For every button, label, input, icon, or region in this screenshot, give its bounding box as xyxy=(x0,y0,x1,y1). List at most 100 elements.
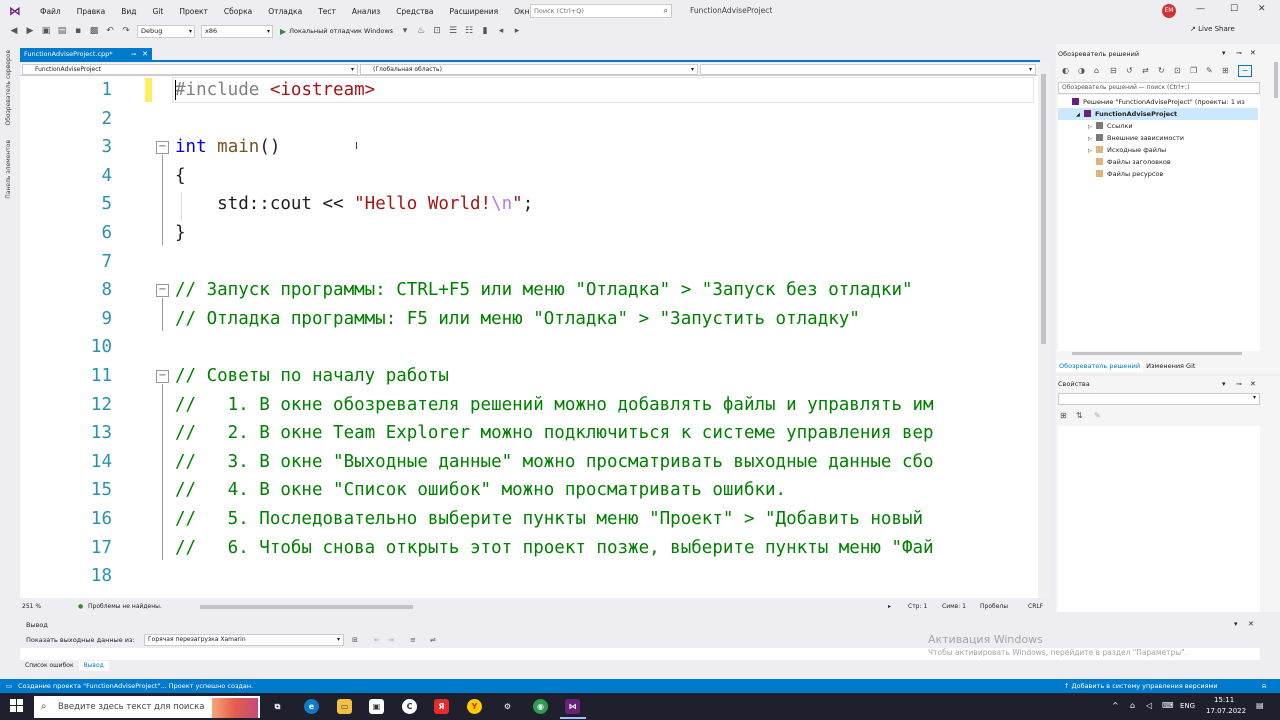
output-source-select[interactable]: Горячая перезагрузка Xamarin ▾ xyxy=(144,634,344,646)
zoom-level[interactable]: 251 % xyxy=(22,600,41,614)
code-editor[interactable]: 1 #include <iostream> 2 3− int main() 4{5 std… xyxy=(50,76,1038,598)
editor-vertical-scrollbar[interactable] xyxy=(1038,62,1050,598)
code-line[interactable]: 10 xyxy=(50,333,1038,361)
forward-icon[interactable]: ▶ xyxy=(24,25,36,37)
member-select[interactable]: ▾ xyxy=(700,64,1036,75)
configuration-select[interactable]: Debug ▾ xyxy=(137,24,195,38)
problems-indicator[interactable]: Проблемы не найдены. xyxy=(88,600,162,614)
code-line[interactable]: 4{ xyxy=(50,162,1038,190)
toolbox-tab[interactable]: Панель элементов xyxy=(5,140,12,199)
tree-item[interactable]: Решение "FunctionAdviseProject" (проекты… xyxy=(1058,96,1245,108)
find-message-icon[interactable]: ⊞ xyxy=(352,636,358,644)
code-line[interactable]: 1 #include <iostream> xyxy=(50,76,1038,104)
menu-item-6[interactable]: Отладка xyxy=(260,7,310,16)
search-input[interactable]: Поиск (Ctrl+Q) ⌕ xyxy=(530,4,672,18)
solution-horizontal-scrollbar[interactable] xyxy=(1062,350,1252,356)
code-line[interactable]: 17 // 6. Чтобы снова открыть этот проект … xyxy=(50,534,1038,562)
tree-item[interactable]: ◢ FunctionAdviseProject xyxy=(1058,108,1258,120)
code-line[interactable]: 8 −// Запуск программы: CTRL+F5 или меню … xyxy=(50,276,1038,304)
menu-item-8[interactable]: Анализ xyxy=(344,7,388,16)
tray-chevron-icon[interactable]: ^ xyxy=(1112,701,1119,710)
menu-item-7[interactable]: Тест xyxy=(310,7,344,16)
code-line[interactable]: 2 xyxy=(50,105,1038,133)
task-view-icon[interactable]: ⧉ xyxy=(270,699,285,714)
collapse-all-icon[interactable]: ⊡ xyxy=(1174,66,1181,75)
collapse-icon[interactable]: − xyxy=(156,141,169,155)
volume-icon[interactable]: ◁ xyxy=(1146,701,1152,710)
menu-item-5[interactable]: Сборка xyxy=(216,7,260,16)
maximize-icon[interactable]: ☐ xyxy=(1230,4,1238,14)
tree-item[interactable]: Файлы ресурсов xyxy=(1058,168,1163,180)
scroll-thumb[interactable] xyxy=(1072,352,1242,355)
notifications-icon[interactable]: ⍾ xyxy=(1262,679,1266,693)
close-tab-icon[interactable]: ✕ xyxy=(142,48,148,61)
wrench-icon[interactable]: ✎ xyxy=(1094,411,1101,420)
code-line[interactable]: 11 −// Советы по началу работы xyxy=(50,362,1038,390)
tab-output[interactable]: Вывод xyxy=(78,661,109,671)
yandex-icon[interactable]: Я xyxy=(434,699,449,714)
minus-icon[interactable]: − xyxy=(1238,65,1252,77)
collapse-icon[interactable]: − xyxy=(156,370,169,383)
run-debugger-button[interactable]: ▶ Локальный отладчик Windows xyxy=(280,27,393,36)
undo-icon[interactable]: ↶ xyxy=(104,25,116,37)
file-explorer-icon[interactable]: ▭ xyxy=(337,699,352,714)
bookmark-prev-icon[interactable]: ◂ xyxy=(495,25,507,37)
code-line[interactable]: 16 // 5. Последовательно выберите пункты … xyxy=(50,505,1038,533)
redo-icon[interactable]: ↷ xyxy=(120,25,132,37)
language-indicator[interactable]: ENG xyxy=(1180,702,1195,710)
server-explorer-tab[interactable]: Обозреватель серверов xyxy=(5,50,12,126)
openai-icon[interactable]: ⚙ xyxy=(500,699,515,714)
code-line[interactable]: 13 // 2. В окне Team Explorer можно подкл… xyxy=(50,419,1038,447)
close-panel-icon[interactable]: ✕ xyxy=(1248,620,1254,628)
fire-icon[interactable]: ♨ xyxy=(415,25,427,37)
pending-changes-icon[interactable]: ↺ xyxy=(1126,66,1133,75)
categorized-icon[interactable]: ⊞ xyxy=(1060,411,1067,420)
menu-item-2[interactable]: Вид xyxy=(113,7,144,16)
pin-icon[interactable]: ⊸ xyxy=(131,48,136,61)
visual-studio-taskbar-icon[interactable]: ⋈ xyxy=(565,699,580,714)
tab-error-list[interactable]: Список ошибок xyxy=(20,661,79,671)
code-line[interactable]: 18 xyxy=(50,562,1038,590)
panel-menu-icon[interactable]: ▾ xyxy=(1234,620,1238,628)
close-icon[interactable]: ✕ xyxy=(1258,4,1266,14)
run-dropdown-icon[interactable]: ▾ xyxy=(399,25,411,37)
refresh-icon[interactable]: ↻ xyxy=(1158,66,1165,75)
solution-search-input[interactable]: Обозреватель решений — поиск (Ctrl+;) xyxy=(1058,82,1260,94)
menu-item-4[interactable]: Проект xyxy=(171,7,216,16)
back-icon[interactable]: ◀ xyxy=(8,25,20,37)
code-line[interactable]: 9 // Отладка программы: F5 или меню "Отла… xyxy=(50,305,1038,333)
switch-views-icon[interactable]: ⊟ xyxy=(1110,66,1117,75)
avatar[interactable]: ЕМ xyxy=(1162,4,1176,18)
clear-all-icon[interactable]: ≡ xyxy=(410,636,416,644)
pin-icon[interactable]: ⊸ xyxy=(1236,380,1242,388)
new-project-icon[interactable]: ▣ xyxy=(40,25,52,37)
clock-date[interactable]: 17.07.2022 xyxy=(1206,707,1246,715)
line-ending-indicator[interactable]: CRLF xyxy=(1028,600,1043,614)
minimize-icon[interactable]: — xyxy=(1196,4,1205,14)
menu-item-9[interactable]: Средства xyxy=(388,7,441,16)
prev-message-icon[interactable]: ⇤ xyxy=(374,636,380,644)
collapse-icon[interactable]: − xyxy=(156,284,169,298)
next-message-icon[interactable]: ⇥ xyxy=(388,636,394,644)
performance-icon[interactable]: ⊡ xyxy=(431,25,443,37)
notification-center-icon[interactable]: ▤ xyxy=(1256,701,1264,710)
alphabetical-icon[interactable]: ⇅ xyxy=(1076,411,1083,420)
live-share-button[interactable]: ↗ Live Share xyxy=(1190,25,1235,33)
uncomment-icon[interactable]: ☷ xyxy=(463,25,475,37)
tree-item[interactable]: ▷ Внешние зависимости xyxy=(1058,132,1184,144)
panel-menu-icon[interactable]: ▾ xyxy=(1222,380,1226,388)
global-scope-select[interactable]: (Глобальная область) ▾ xyxy=(360,64,698,75)
scroll-right-icon[interactable]: ▸ xyxy=(888,600,891,614)
source-control-button[interactable]: ↑ Добавить в систему управления версиями xyxy=(1064,679,1218,693)
tab-function-advise-project-cpp[interactable]: FunctionAdviseProject.cpp* ⊸ ✕ xyxy=(20,48,152,61)
pin-icon[interactable]: ⊸ xyxy=(1236,49,1242,57)
edge-icon[interactable]: e xyxy=(304,699,319,714)
keyboard-icon[interactable]: ⌨ xyxy=(1162,701,1174,710)
tab-solution-explorer[interactable]: Обозреватель решений xyxy=(1056,360,1144,372)
right-edge-scroll-thumb[interactable] xyxy=(1274,62,1278,98)
close-panel-icon[interactable]: ✕ xyxy=(1250,380,1256,388)
preview-icon[interactable]: ⊞ xyxy=(1222,66,1229,75)
code-line[interactable]: 5 std::cout << "Hello World!\n"; xyxy=(50,190,1038,218)
network-icon[interactable]: ⌂ xyxy=(1130,701,1135,710)
bookmark-icon[interactable]: ▮ xyxy=(479,25,491,37)
